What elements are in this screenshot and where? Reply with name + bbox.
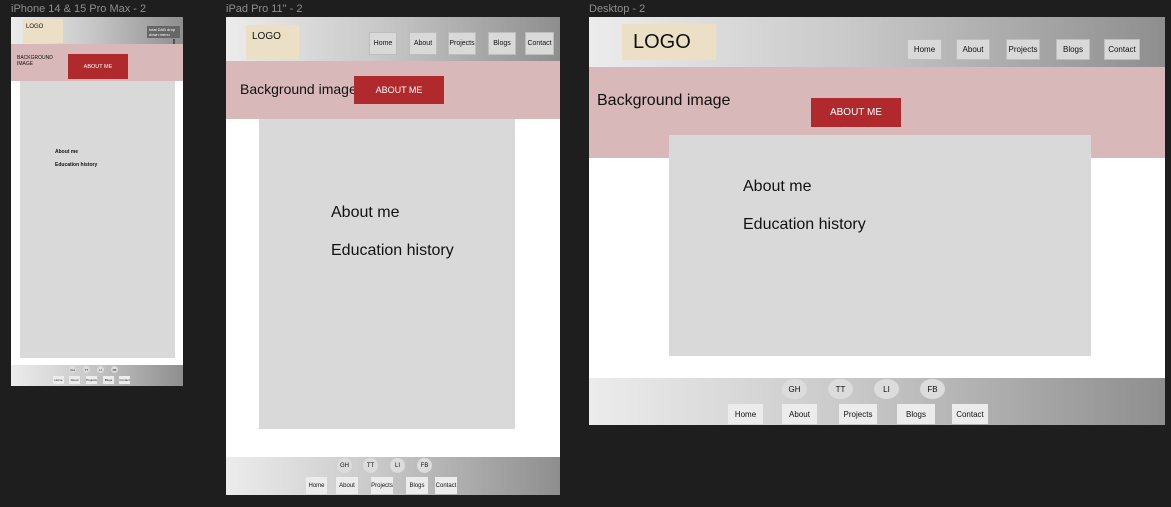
- tablet-footer-contact[interactable]: Contact: [435, 477, 457, 494]
- phone-facebook-link[interactable]: FB: [111, 366, 118, 373]
- phone-footer: GH TT LI FB Home About Projects Blogs Co…: [11, 365, 183, 386]
- phone-hero-text: BACKGROUND IMAGE: [17, 55, 53, 67]
- phone-footer-contact[interactable]: Contact: [119, 376, 130, 384]
- desktop-nav-about[interactable]: About: [956, 39, 990, 60]
- desktop-linkedin-link[interactable]: LI: [874, 379, 899, 399]
- tablet-content-box: [259, 119, 515, 429]
- desktop-frame-label: Desktop - 2: [589, 3, 646, 15]
- tablet-education-history-text: Education history: [331, 242, 454, 259]
- tablet-footer-blogs[interactable]: Blogs: [406, 477, 428, 494]
- phone-content-box: [20, 81, 175, 358]
- phone-about-me-text: About me: [55, 149, 79, 155]
- phone-tiktok-link[interactable]: TT: [83, 366, 90, 373]
- desktop-facebook-link[interactable]: FB: [920, 379, 945, 399]
- phone-footer-blogs[interactable]: Blogs: [103, 376, 114, 384]
- tablet-tiktok-link[interactable]: TT: [363, 458, 378, 473]
- tablet-footer-about[interactable]: About: [336, 477, 358, 494]
- tablet-nav-projects[interactable]: Projects: [448, 32, 476, 55]
- tablet-frame: LOGO Home About Projects Blogs Contact B…: [226, 17, 560, 495]
- phone-education-history-text: Education history: [55, 162, 98, 168]
- tablet-nav-blogs[interactable]: Blogs: [488, 32, 516, 55]
- phone-menu-note: total DAB drop down menu: [147, 26, 180, 38]
- desktop-footer-home[interactable]: Home: [728, 404, 763, 424]
- phone-footer-home[interactable]: Home: [53, 376, 64, 384]
- desktop-nav-home[interactable]: Home: [907, 39, 942, 60]
- desktop-github-link[interactable]: GH: [782, 379, 807, 399]
- phone-frame-label: iPhone 14 & 15 Pro Max - 2: [11, 3, 147, 15]
- tablet-footer-projects[interactable]: Projects: [371, 477, 393, 494]
- tablet-facebook-link[interactable]: FB: [417, 458, 432, 473]
- phone-logo[interactable]: LOGO: [23, 19, 63, 43]
- tablet-hero-text: Background image: [240, 81, 357, 97]
- phone-about-me-button[interactable]: ABOUT ME: [68, 54, 128, 79]
- desktop-about-me-text: About me: [743, 178, 812, 195]
- tablet-github-link[interactable]: GH: [337, 458, 352, 473]
- desktop-footer-blogs[interactable]: Blogs: [897, 404, 935, 424]
- tablet-footer: GH TT LI FB Home About Projects Blogs Co…: [226, 457, 560, 495]
- tablet-nav-contact[interactable]: Contact: [525, 32, 554, 55]
- desktop-nav-projects[interactable]: Projects: [1006, 39, 1040, 60]
- desktop-education-history-text: Education history: [743, 216, 866, 233]
- tablet-nav-about[interactable]: About: [409, 32, 437, 55]
- desktop-logo[interactable]: LOGO: [622, 24, 716, 60]
- desktop-nav-blogs[interactable]: Blogs: [1056, 39, 1090, 60]
- tablet-nav-home[interactable]: Home: [369, 32, 397, 55]
- desktop-nav-contact[interactable]: Contact: [1104, 39, 1140, 60]
- desktop-footer: GH TT LI FB Home About Projects Blogs Co…: [589, 378, 1165, 425]
- tablet-about-me-button[interactable]: ABOUT ME: [354, 76, 444, 104]
- phone-footer-about[interactable]: About: [69, 376, 80, 384]
- phone-frame: LOGO total DAB drop down menu BACKGROUND…: [11, 17, 183, 386]
- tablet-about-me-text: About me: [331, 204, 400, 221]
- desktop-tiktok-link[interactable]: TT: [828, 379, 853, 399]
- tablet-logo[interactable]: LOGO: [246, 25, 299, 60]
- desktop-frame: LOGO Home About Projects Blogs Contact B…: [589, 17, 1165, 425]
- desktop-content-box: [669, 135, 1091, 356]
- desktop-footer-projects[interactable]: Projects: [839, 404, 877, 424]
- phone-footer-projects[interactable]: Projects: [86, 376, 97, 384]
- desktop-about-me-button[interactable]: ABOUT ME: [811, 98, 901, 127]
- phone-github-link[interactable]: GH: [69, 366, 76, 373]
- desktop-footer-about[interactable]: About: [782, 404, 817, 424]
- tablet-linkedin-link[interactable]: LI: [390, 458, 405, 473]
- tablet-frame-label: iPad Pro 11" - 2: [226, 3, 303, 15]
- tablet-footer-home[interactable]: Home: [306, 477, 327, 494]
- phone-linkedin-link[interactable]: LI: [97, 366, 104, 373]
- desktop-hero-text: Background image: [597, 92, 731, 109]
- desktop-footer-contact[interactable]: Contact: [952, 404, 988, 424]
